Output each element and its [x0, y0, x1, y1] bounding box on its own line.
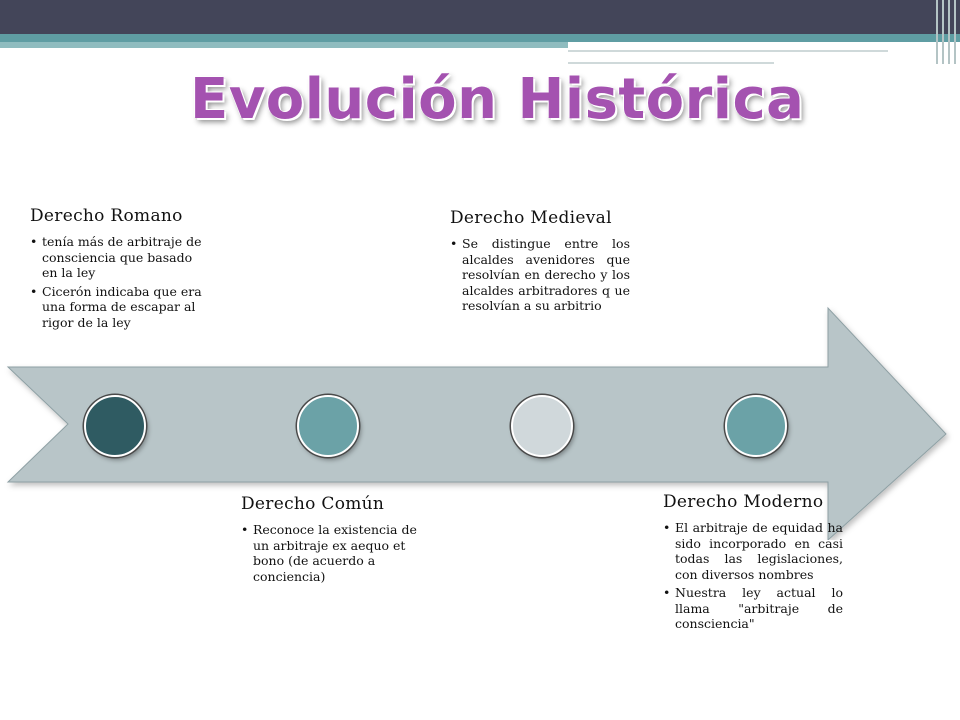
bullet-item: Reconoce la existencia de un arbitraje e…: [241, 522, 419, 584]
bullet-item: tenía más de arbitraje de consciencia qu…: [30, 234, 202, 281]
era-moderno: Derecho Moderno El arbitraje de equidad …: [663, 492, 843, 635]
bullet-item: Nuestra ley actual lo llama "arbitraje d…: [663, 585, 843, 632]
era-heading: Derecho Medieval: [450, 208, 612, 228]
header-teal-band: [0, 34, 960, 42]
header-teal-band-light: [0, 42, 568, 48]
era-bullets: tenía más de arbitraje de consciencia qu…: [30, 234, 202, 330]
bullet-item: Cicerón indicaba que era una forma de es…: [30, 284, 202, 331]
header-divider-line: [568, 50, 888, 52]
bullet-item: El arbitraje de equidad ha sido incorpor…: [663, 520, 843, 582]
header-bar: [0, 0, 960, 34]
timeline-marker-comun: [297, 395, 359, 457]
era-bullets: Reconoce la existencia de un arbitraje e…: [241, 522, 419, 584]
timeline-marker-moderno: [725, 395, 787, 457]
era-comun: Derecho Común Reconoce la existencia de …: [241, 494, 419, 587]
slide-title: Evolución Histórica: [190, 67, 805, 132]
timeline-marker-medieval: [511, 395, 573, 457]
era-bullets: El arbitraje de equidad ha sido incorpor…: [663, 520, 843, 632]
era-bullets: Se distingue entre los alcaldes avenidor…: [450, 236, 630, 314]
era-heading: Derecho Romano: [30, 206, 183, 226]
era-romano: Derecho Romano tenía más de arbitraje de…: [30, 206, 202, 333]
era-heading: Derecho Común: [241, 494, 385, 514]
era-medieval: Derecho Medieval Se distingue entre los …: [450, 208, 630, 317]
bullet-item: Se distingue entre los alcaldes avenidor…: [450, 236, 630, 314]
header-stripes: [926, 0, 960, 64]
timeline-marker-romano: [84, 395, 146, 457]
era-heading: Derecho Moderno: [663, 492, 824, 512]
